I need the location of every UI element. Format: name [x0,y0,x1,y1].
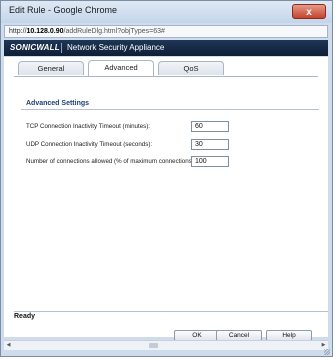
status-bar: Ready [14,311,328,323]
close-icon: x [306,7,312,18]
section-divider [21,109,319,110]
horizontal-scrollbar[interactable]: ◀ ▶ [4,340,328,350]
brand-header: SONICWALL Network Security Appliance [4,40,328,56]
address-path: /addRuleDlg.html?objTypes=63# [63,28,165,35]
connections-allowed-input[interactable] [191,156,229,167]
window-title: Edit Rule - Google Chrome [9,5,118,15]
browser-window: Edit Rule - Google Chrome x http://10.12… [0,0,333,357]
connections-allowed-label: Number of connections allowed (% of maxi… [26,158,196,165]
udp-timeout-input[interactable] [191,139,229,150]
address-bar[interactable]: http://10.128.0.90/addRuleDlg.html?objTy… [4,25,328,38]
tab-qos[interactable]: QoS [158,61,224,75]
section-title: Advanced Settings [26,100,90,107]
scroll-left-icon[interactable]: ◀ [4,341,13,350]
title-bar[interactable]: Edit Rule - Google Chrome x [1,1,332,23]
resize-grip-icon[interactable] [324,349,330,355]
address-prefix: http:// [9,28,27,35]
window-close-button[interactable]: x [292,4,326,19]
tab-underline [14,76,318,77]
scroll-thumb[interactable] [149,343,158,348]
product-name: Network Security Appliance [67,43,165,52]
dialog-content: General Advanced QoS Advanced Settings T… [4,57,328,341]
tcp-timeout-label: TCP Connection Inactivity Timeout (minut… [26,123,151,130]
sonicwall-logo: SONICWALL [10,43,60,52]
tab-general[interactable]: General [18,61,84,75]
brand-divider [61,43,62,53]
tab-advanced[interactable]: Advanced [88,60,154,76]
tcp-timeout-input[interactable] [191,121,229,132]
udp-timeout-label: UDP Connection Inactivity Timeout (secon… [26,141,153,148]
address-host: 10.128.0.90 [26,28,64,35]
